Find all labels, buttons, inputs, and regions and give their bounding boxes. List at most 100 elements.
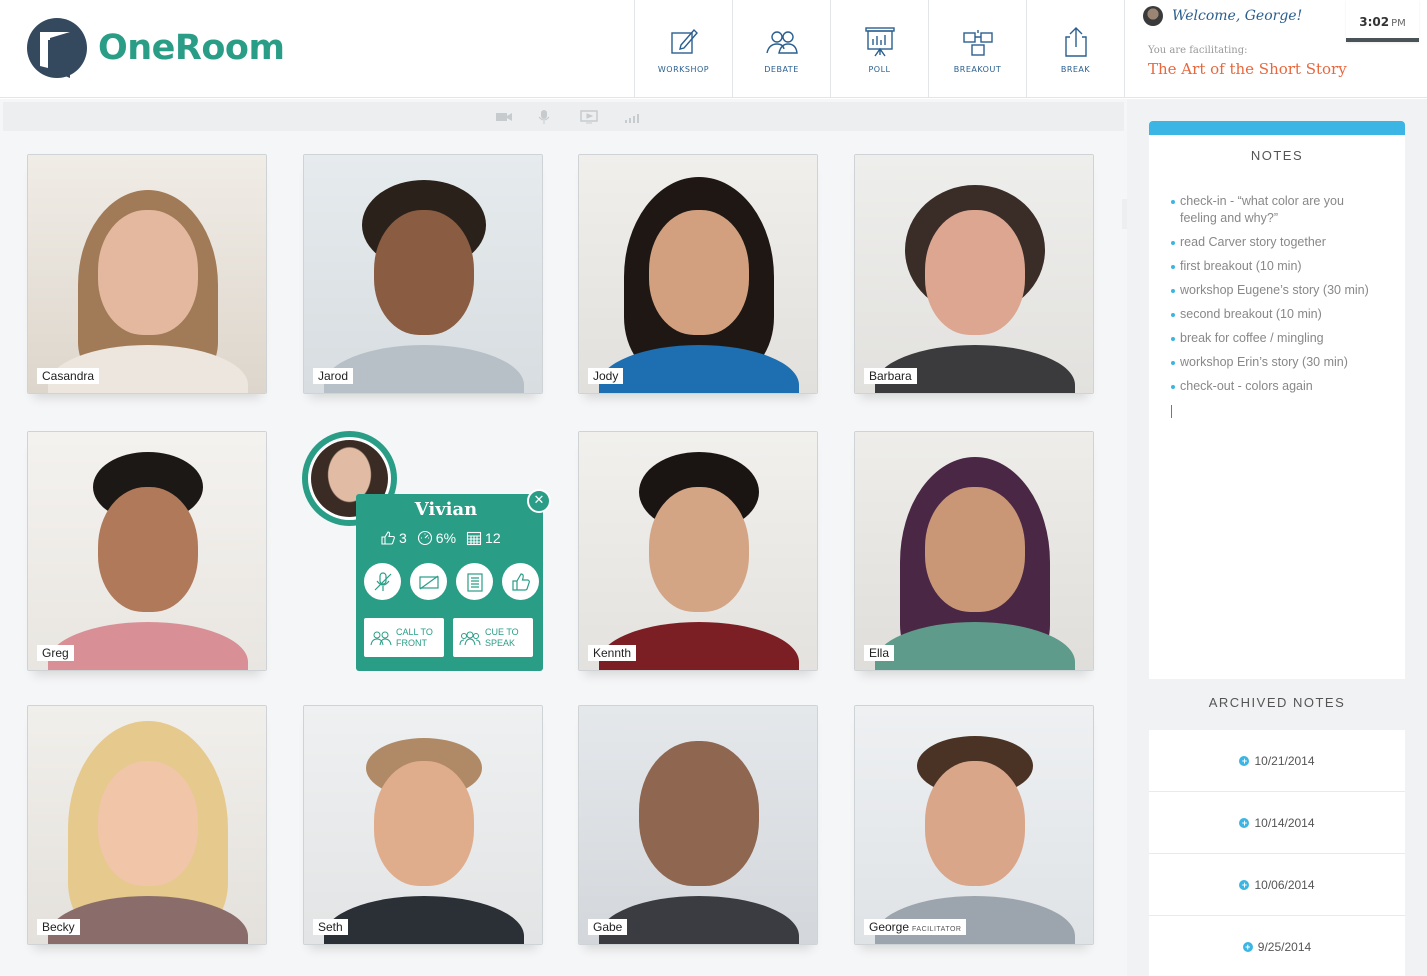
sidebar: NOTES check-in - “what color are you fee… [1127,99,1427,976]
people-icon [765,30,798,54]
notepad-icon [466,572,483,592]
group-icon [459,631,481,645]
percent-value: 6% [435,530,457,546]
note-item: first breakout (10 min) [1171,258,1381,275]
notes-panel[interactable]: NOTES check-in - “what color are you fee… [1149,135,1405,679]
welcome-text: Welcome, George! [1172,8,1303,24]
notes-button[interactable] [456,563,493,600]
pencil-icon [670,28,698,54]
participant-tile-jody[interactable]: Jody [578,154,818,394]
poll-label: POLL [868,64,891,74]
text-cursor [1171,405,1172,418]
participant-tile-george[interactable]: George FACILITATOR [854,705,1094,945]
break-button[interactable]: BREAK [1027,0,1125,98]
app-name: OneRoom [98,28,285,68]
activity-toolbar: WORKSHOP DEBATE POLL BREAKOUT BREAK [634,0,1125,98]
notes-title: NOTES [1250,148,1304,163]
video-grid-area: Casandra Jarod Jody Barbara Greg Kennth [0,99,1138,976]
like-button[interactable] [502,563,539,600]
archived-note-item[interactable]: +9/25/2014 [1149,916,1405,976]
clock: 3:02 PM [1346,0,1419,42]
participant-tile-becky[interactable]: Becky [27,705,267,945]
screen-share-icon[interactable] [580,109,598,125]
participant-tile-seth[interactable]: Seth [303,705,543,945]
facilitator-tag: FACILITATOR [912,926,962,933]
note-item: break for coffee / mingling [1171,330,1381,347]
count-value: 12 [485,530,501,546]
welcome-user[interactable]: Welcome, George! [1143,6,1302,26]
participant-tile-gabe[interactable]: Gabe [578,705,818,945]
participant-name: Jody [588,368,624,384]
participant-name: George FACILITATOR [864,919,967,935]
participant-name: Jarod [313,368,354,384]
participant-name: Casandra [37,368,100,384]
avatar [1143,6,1163,26]
group-icon [370,631,392,645]
call-to-front-button[interactable]: CALL TO FRONT [364,618,444,657]
break-label: BREAK [1060,64,1091,74]
plus-icon: + [1239,755,1250,766]
note-item: check-in - “what color are you feeling a… [1171,193,1381,227]
workshop-label: WORKSHOP [657,64,710,74]
note-item: read Carver story together [1171,234,1381,251]
participant-tile-ella[interactable]: Ella [854,431,1094,671]
thumbs-up-icon [511,572,530,591]
participant-name-text: George [869,920,910,934]
archived-note-date: 9/25/2014 [1257,939,1312,954]
cue-to-speak-button[interactable]: CUE TO SPEAK [453,618,533,657]
participant-popup-vivian: Vivian 3 6% 12 CALL TO FRONT CUE TO SPEA… [356,494,543,671]
camera-icon[interactable] [495,109,513,125]
note-item: second breakout (10 min) [1171,306,1381,323]
archived-notes-list: +10/21/2014 +10/14/2014 +10/06/2014 +9/2… [1149,730,1405,976]
popup-close-button[interactable]: ✕ [527,489,551,513]
session-title[interactable]: The Art of the Short Story [1148,60,1347,78]
participant-tile-kennth[interactable]: Kennth [578,431,818,671]
breakout-label: BREAKOUT [953,64,1002,74]
logo[interactable]: OneRoom [26,18,285,78]
gauge-icon [417,530,432,546]
participant-name: Becky [37,919,80,935]
camera-off-icon [418,575,439,589]
popup-stats: 3 6% 12 [380,530,501,546]
mute-mic-button[interactable] [364,563,401,600]
plus-icon: + [1239,817,1250,828]
participant-name: Barbara [864,368,917,384]
archived-note-item[interactable]: +10/14/2014 [1149,792,1405,854]
archived-note-item[interactable]: +10/21/2014 [1149,730,1405,792]
workshop-button[interactable]: WORKSHOP [635,0,733,98]
clock-time: 3:02 [1359,15,1390,29]
participant-name: Kennth [588,645,637,661]
camera-off-button[interactable] [410,563,447,600]
note-item: workshop Erin’s story (30 min) [1171,354,1381,371]
participant-name: Gabe [588,919,628,935]
participant-tile-casandra[interactable]: Casandra [27,154,267,394]
share-icon [1064,26,1087,57]
participant-tile-greg[interactable]: Greg [27,431,267,671]
percent-stat: 6% [417,530,456,546]
facilitating-label: You are facilitating: [1148,45,1248,56]
archived-note-date: 10/21/2014 [1254,753,1315,768]
clock-ampm: PM [1391,18,1406,29]
microphone-icon[interactable] [535,109,553,125]
archived-note-date: 10/14/2014 [1254,815,1315,830]
poll-button[interactable]: POLL [831,0,929,98]
archived-note-item[interactable]: +10/06/2014 [1149,854,1405,916]
participant-tile-barbara[interactable]: Barbara [854,154,1094,394]
call-to-front-label: CALL TO FRONT [396,626,433,648]
participant-name: Seth [313,919,348,935]
signal-icon [625,114,639,123]
debate-button[interactable]: DEBATE [733,0,831,98]
breakout-icon [962,29,993,56]
cue-to-speak-label: CUE TO SPEAK [485,626,519,648]
plus-icon: + [1242,941,1253,952]
presentation-chart-icon [864,26,895,56]
breakout-button[interactable]: BREAKOUT [929,0,1027,98]
participant-tile-jarod[interactable]: Jarod [303,154,543,394]
notes-header-bar [1149,121,1405,135]
participant-name: Ella [864,645,895,661]
note-item: workshop Eugene’s story (30 min) [1171,282,1381,299]
popup-name: Vivian [414,499,478,520]
thumbs-up-icon [381,531,395,545]
app-header: OneRoom WORKSHOP DEBATE POLL BREAKOUT BR… [0,0,1427,98]
calendar-icon [466,531,482,546]
